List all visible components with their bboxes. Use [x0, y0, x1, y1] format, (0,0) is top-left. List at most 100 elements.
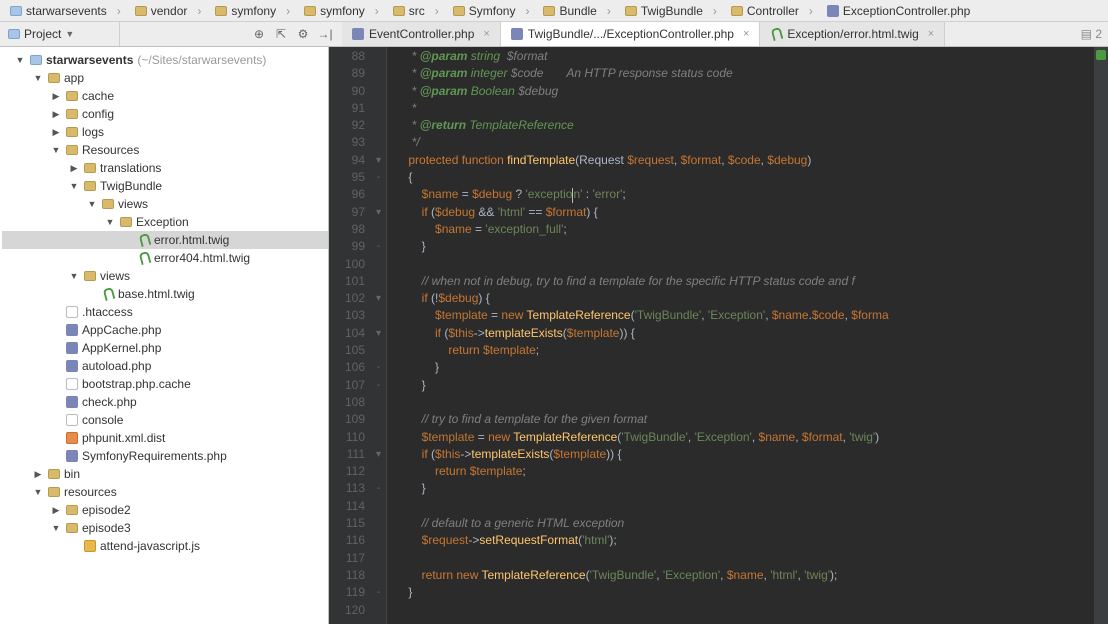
close-icon[interactable]: × [743, 28, 749, 40]
editor-tab[interactable]: Exception/error.html.twig× [760, 22, 945, 46]
fold-marker[interactable]: ▾ [371, 204, 386, 221]
tree-row[interactable]: ▼episode3 [2, 519, 328, 537]
fold-marker[interactable]: ▾ [371, 325, 386, 342]
fold-marker[interactable]: ▾ [371, 446, 386, 463]
tree-row[interactable]: .htaccess [2, 303, 328, 321]
code-line[interactable]: protected function findTemplate(Request … [395, 152, 1094, 169]
breadcrumb-item[interactable]: symfony [298, 2, 385, 20]
fold-marker[interactable] [371, 550, 386, 567]
tree-arrow-icon[interactable]: ▼ [104, 216, 116, 228]
tree-row[interactable]: AppCache.php [2, 321, 328, 339]
breadcrumb-item[interactable]: starwarsevents [4, 2, 127, 20]
tree-row[interactable]: error404.html.twig [2, 249, 328, 267]
tree-arrow-icon[interactable] [50, 306, 62, 318]
editor-tab[interactable]: EventController.php× [342, 22, 501, 46]
fold-marker[interactable]: - [371, 359, 386, 376]
code-line[interactable]: * [395, 100, 1094, 117]
close-icon[interactable]: × [928, 28, 934, 40]
tree-arrow-icon[interactable] [68, 540, 80, 552]
breadcrumb-item[interactable]: vendor [129, 2, 208, 20]
tree-row[interactable]: ▼resources [2, 483, 328, 501]
tree-row[interactable]: ▶cache [2, 87, 328, 105]
tree-arrow-icon[interactable] [86, 288, 98, 300]
tree-row[interactable]: ▼Resources [2, 141, 328, 159]
code-line[interactable]: */ [395, 134, 1094, 151]
fold-marker[interactable]: - [371, 238, 386, 255]
overflow-tabs[interactable]: ▤ 2 [1075, 22, 1108, 46]
tree-row[interactable]: autoload.php [2, 357, 328, 375]
breadcrumb-item[interactable]: Controller [725, 2, 819, 20]
collapse-icon[interactable]: ⇱ [272, 25, 290, 43]
code-line[interactable]: $template = new TemplateReference('TwigB… [395, 429, 1094, 446]
fold-marker[interactable] [371, 411, 386, 428]
fold-marker[interactable] [371, 273, 386, 290]
fold-marker[interactable] [371, 394, 386, 411]
fold-marker[interactable] [371, 100, 386, 117]
tree-row[interactable]: attend-javascript.js [2, 537, 328, 555]
fold-marker[interactable]: - [371, 377, 386, 394]
code-editor[interactable]: 8889909192939495969798991001011021031041… [329, 47, 1108, 624]
fold-marker[interactable] [371, 48, 386, 65]
fold-marker[interactable]: ▾ [371, 152, 386, 169]
tree-arrow-icon[interactable]: ▼ [68, 180, 80, 192]
code-line[interactable]: { [395, 169, 1094, 186]
tree-arrow-icon[interactable] [50, 360, 62, 372]
tree-row[interactable]: ▶logs [2, 123, 328, 141]
tree-arrow-icon[interactable]: ▼ [68, 270, 80, 282]
project-selector[interactable]: Project ▼ [0, 22, 120, 46]
tree-arrow-icon[interactable]: ▶ [50, 108, 62, 120]
tree-row[interactable]: error.html.twig [2, 231, 328, 249]
tree-row[interactable]: phpunit.xml.dist [2, 429, 328, 447]
code-line[interactable]: * @return TemplateReference [395, 117, 1094, 134]
tree-row[interactable]: ▼app [2, 69, 328, 87]
code-line[interactable]: } [395, 480, 1094, 497]
code-line[interactable]: } [395, 238, 1094, 255]
tree-arrow-icon[interactable] [50, 396, 62, 408]
tree-arrow-icon[interactable] [122, 234, 134, 246]
code-line[interactable]: * @param integer $code An HTTP response … [395, 65, 1094, 82]
code-line[interactable]: } [395, 359, 1094, 376]
breadcrumb-item[interactable]: Bundle [537, 2, 616, 20]
breadcrumb-item[interactable]: Symfony [447, 2, 536, 20]
code-line[interactable] [395, 602, 1094, 619]
gear-icon[interactable]: ⚙ [294, 25, 312, 43]
gutter-fold[interactable]: ▾-▾-▾▾--▾-- [371, 47, 387, 624]
breadcrumb-item[interactable]: TwigBundle [619, 2, 723, 20]
target-icon[interactable]: ⊕ [250, 25, 268, 43]
code-line[interactable]: return $template; [395, 342, 1094, 359]
tree-row[interactable]: ▶config [2, 105, 328, 123]
tree-arrow-icon[interactable] [50, 342, 62, 354]
tree-arrow-icon[interactable]: ▶ [50, 504, 62, 516]
fold-marker[interactable]: - [371, 584, 386, 601]
fold-marker[interactable] [371, 221, 386, 238]
tree-row[interactable]: bootstrap.php.cache [2, 375, 328, 393]
tree-row[interactable]: ▶translations [2, 159, 328, 177]
code-line[interactable]: return $template; [395, 463, 1094, 480]
tree-arrow-icon[interactable] [122, 252, 134, 264]
hide-icon[interactable]: →| [316, 25, 334, 43]
marker-bar[interactable] [1094, 47, 1108, 624]
tree-row[interactable]: AppKernel.php [2, 339, 328, 357]
fold-marker[interactable] [371, 498, 386, 515]
tree-row[interactable]: base.html.twig [2, 285, 328, 303]
tree-row[interactable]: ▼TwigBundle [2, 177, 328, 195]
tree-row[interactable]: SymfonyRequirements.php [2, 447, 328, 465]
code-line[interactable]: return new TemplateReference('TwigBundle… [395, 567, 1094, 584]
tree-row[interactable]: ▶bin [2, 465, 328, 483]
tree-row[interactable]: check.php [2, 393, 328, 411]
code-line[interactable]: $request->setRequestFormat('html'); [395, 532, 1094, 549]
code-line[interactable]: } [395, 377, 1094, 394]
breadcrumb-item[interactable]: src [387, 2, 445, 20]
tree-arrow-icon[interactable] [50, 324, 62, 336]
fold-marker[interactable] [371, 134, 386, 151]
close-icon[interactable]: × [483, 28, 489, 40]
fold-marker[interactable] [371, 65, 386, 82]
fold-marker[interactable] [371, 83, 386, 100]
code-line[interactable]: * @param string $format [395, 48, 1094, 65]
tree-row[interactable]: ▼views [2, 267, 328, 285]
code-line[interactable] [395, 498, 1094, 515]
fold-marker[interactable] [371, 463, 386, 480]
code-line[interactable]: $template = new TemplateReference('TwigB… [395, 307, 1094, 324]
tree-arrow-icon[interactable]: ▶ [68, 162, 80, 174]
tree-arrow-icon[interactable]: ▶ [50, 90, 62, 102]
